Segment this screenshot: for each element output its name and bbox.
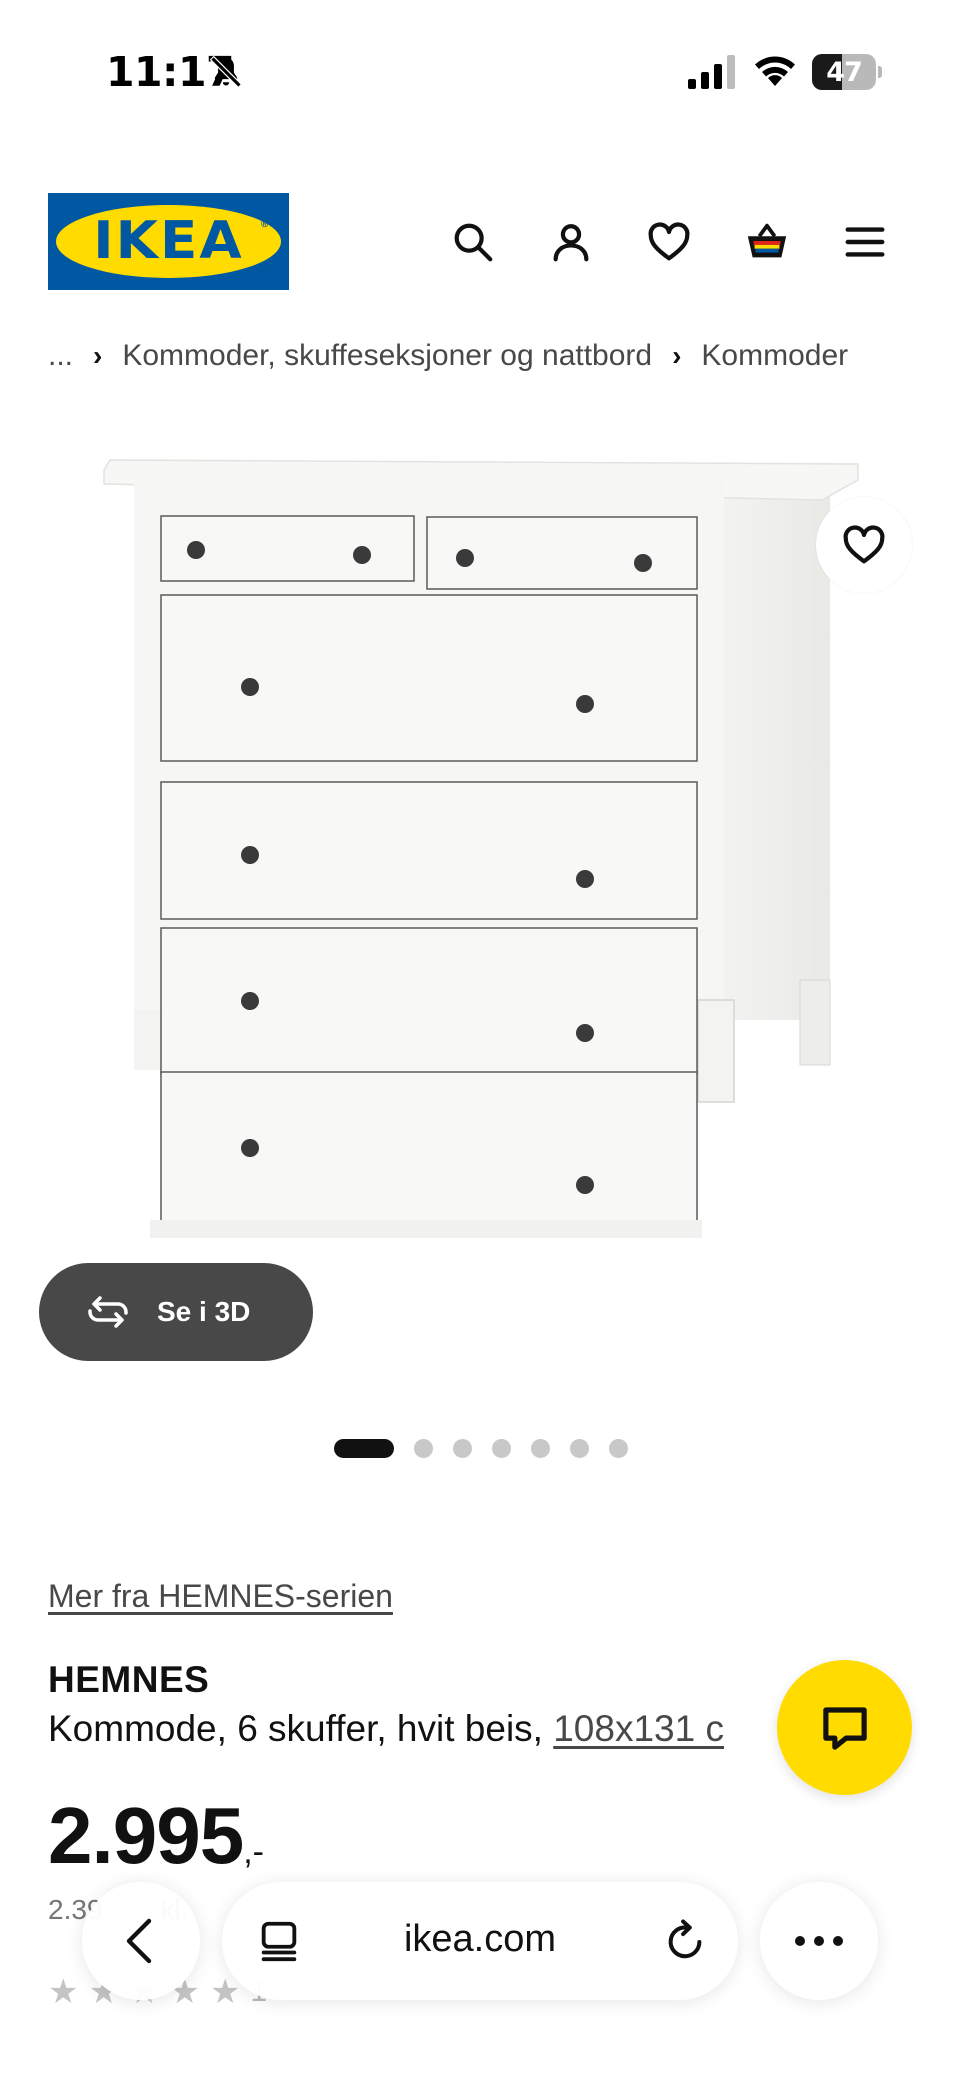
breadcrumb: ... › Kommoder, skuffeseksjoner og nattb… (48, 336, 848, 376)
breadcrumb-item-dressers[interactable]: Kommoder (701, 339, 848, 373)
battery-level: 47 (826, 57, 863, 88)
carousel-dot[interactable] (570, 1438, 589, 1458)
basket-button[interactable] (741, 216, 793, 268)
chevron-right-icon: › (93, 340, 103, 371)
view-in-3d-label: Se i 3D (157, 1296, 251, 1327)
heart-icon (843, 525, 885, 564)
rotate-3d-icon (88, 1296, 128, 1328)
bell-slash-icon (209, 55, 243, 89)
ikea-logo[interactable]: IKEA ® (48, 193, 289, 290)
view-in-3d-button[interactable]: Se i 3D (39, 1263, 313, 1361)
breadcrumb-item-dressers-category[interactable]: Kommoder, skuffeseksjoner og nattbord (122, 339, 652, 373)
logo-text: IKEA (93, 211, 244, 271)
chevron-right-icon: › (672, 340, 682, 371)
chevron-left-icon (126, 1918, 152, 1964)
user-icon (553, 224, 589, 262)
heart-icon (648, 222, 690, 261)
browser-more-button[interactable] (760, 1882, 878, 2000)
favourites-button[interactable] (643, 216, 695, 268)
carousel-dot[interactable] (453, 1438, 472, 1458)
profile-button[interactable] (545, 216, 597, 268)
series-link[interactable]: Mer fra HEMNES-serien (48, 1578, 393, 1615)
browser-back-button[interactable] (82, 1882, 200, 2000)
product-description-text: Kommode, 6 skuffer, hvit beis, (48, 1708, 554, 1749)
product-image[interactable] (0, 420, 960, 1400)
browser-toolbar: ikea.com (0, 1860, 960, 2010)
shopping-basket-icon (747, 223, 787, 258)
status-bar: 11:17 47 (0, 0, 960, 140)
product-description: Kommode, 6 skuffer, hvit beis, 108x131 c (48, 1708, 724, 1750)
wifi-icon (755, 56, 795, 86)
reload-icon[interactable] (662, 1918, 708, 1964)
cellular-signal-icon (688, 55, 735, 89)
dresser-illustration (103, 459, 859, 1238)
add-to-favourites-button[interactable] (816, 497, 912, 593)
product-size-link[interactable]: 108x131 c (553, 1708, 724, 1749)
carousel-dot[interactable] (609, 1438, 628, 1458)
carousel-dot-active[interactable] (334, 1438, 394, 1458)
logo-registered-mark: ® (261, 219, 269, 230)
menu-button[interactable] (839, 216, 891, 268)
product-name: HEMNES (48, 1659, 210, 1700)
more-horizontal-icon (795, 1936, 843, 1946)
battery-icon: 47 (812, 54, 882, 90)
chat-bubble-icon (822, 1706, 867, 1750)
carousel-dot[interactable] (531, 1438, 550, 1458)
menu-icon (845, 227, 885, 257)
image-carousel-indicator (334, 1438, 648, 1458)
chat-button[interactable] (777, 1660, 912, 1795)
browser-address-bar[interactable]: ikea.com (222, 1882, 738, 2000)
browser-url: ikea.com (403, 1918, 557, 1960)
breadcrumb-ellipsis[interactable]: ... (48, 339, 73, 373)
search-button[interactable] (447, 216, 499, 268)
carousel-dot[interactable] (414, 1438, 433, 1458)
search-icon (454, 223, 493, 262)
carousel-dot[interactable] (492, 1438, 511, 1458)
